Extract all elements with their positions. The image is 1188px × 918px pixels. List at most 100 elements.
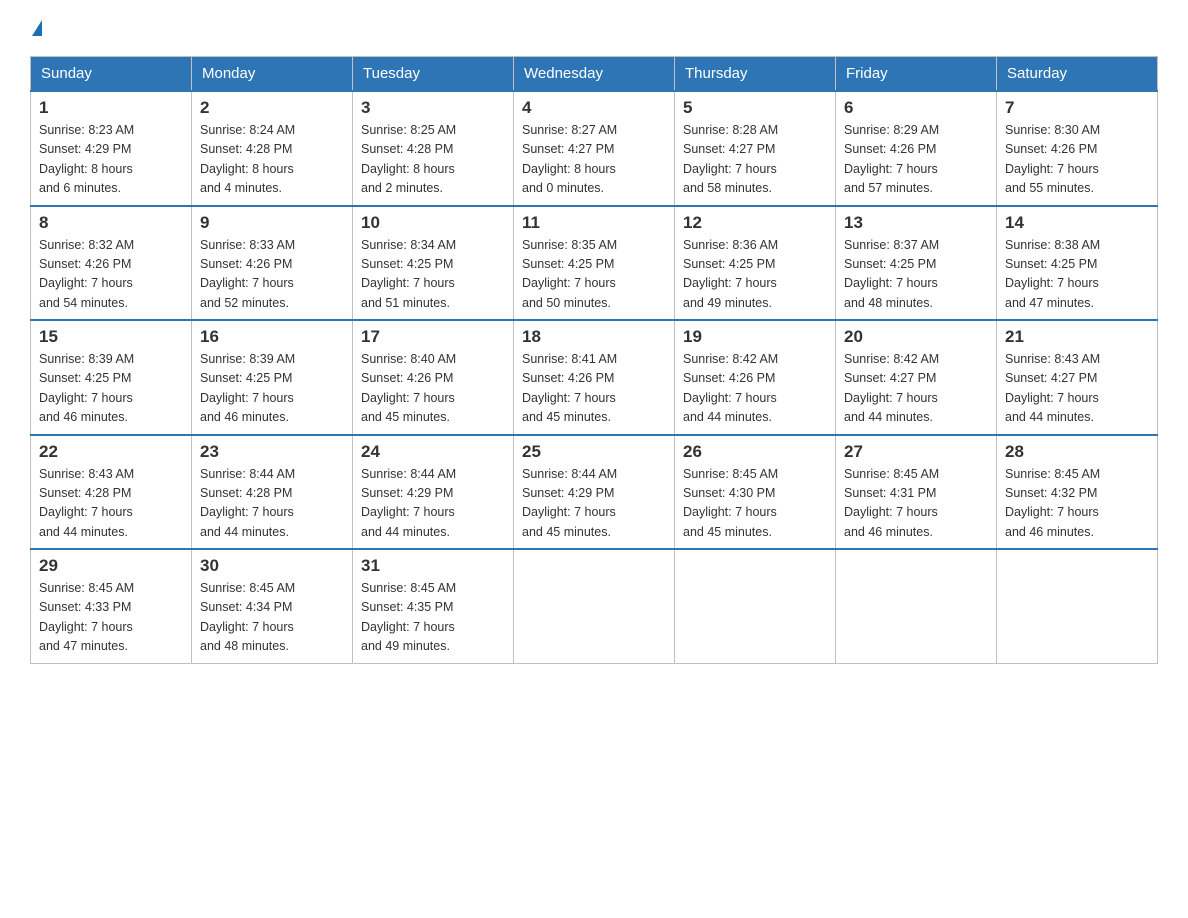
day-number: 4 <box>522 98 666 118</box>
day-info: Sunrise: 8:45 AMSunset: 4:31 PMDaylight:… <box>844 465 988 543</box>
day-number: 3 <box>361 98 505 118</box>
day-of-week-header: Friday <box>836 57 997 92</box>
calendar-cell: 9 Sunrise: 8:33 AMSunset: 4:26 PMDaylight… <box>192 206 353 321</box>
day-number: 20 <box>844 327 988 347</box>
calendar-cell: 8 Sunrise: 8:32 AMSunset: 4:26 PMDaylight… <box>31 206 192 321</box>
day-of-week-header: Thursday <box>675 57 836 92</box>
day-info: Sunrise: 8:45 AMSunset: 4:34 PMDaylight:… <box>200 579 344 657</box>
calendar-cell: 21 Sunrise: 8:43 AMSunset: 4:27 PMDayligh… <box>997 320 1158 435</box>
day-info: Sunrise: 8:28 AMSunset: 4:27 PMDaylight:… <box>683 121 827 199</box>
day-number: 28 <box>1005 442 1149 462</box>
calendar-cell: 20 Sunrise: 8:42 AMSunset: 4:27 PMDayligh… <box>836 320 997 435</box>
day-number: 14 <box>1005 213 1149 233</box>
day-number: 9 <box>200 213 344 233</box>
day-info: Sunrise: 8:40 AMSunset: 4:26 PMDaylight:… <box>361 350 505 428</box>
day-number: 8 <box>39 213 183 233</box>
day-info: Sunrise: 8:23 AMSunset: 4:29 PMDaylight:… <box>39 121 183 199</box>
calendar-cell <box>997 549 1158 663</box>
day-number: 10 <box>361 213 505 233</box>
day-info: Sunrise: 8:41 AMSunset: 4:26 PMDaylight:… <box>522 350 666 428</box>
day-info: Sunrise: 8:34 AMSunset: 4:25 PMDaylight:… <box>361 236 505 314</box>
day-number: 23 <box>200 442 344 462</box>
day-number: 27 <box>844 442 988 462</box>
day-info: Sunrise: 8:43 AMSunset: 4:27 PMDaylight:… <box>1005 350 1149 428</box>
day-number: 1 <box>39 98 183 118</box>
day-number: 2 <box>200 98 344 118</box>
day-info: Sunrise: 8:44 AMSunset: 4:29 PMDaylight:… <box>361 465 505 543</box>
calendar-cell: 30 Sunrise: 8:45 AMSunset: 4:34 PMDayligh… <box>192 549 353 663</box>
day-number: 13 <box>844 213 988 233</box>
calendar-week-row: 8 Sunrise: 8:32 AMSunset: 4:26 PMDaylight… <box>31 206 1158 321</box>
day-info: Sunrise: 8:44 AMSunset: 4:28 PMDaylight:… <box>200 465 344 543</box>
day-info: Sunrise: 8:39 AMSunset: 4:25 PMDaylight:… <box>39 350 183 428</box>
calendar-cell: 15 Sunrise: 8:39 AMSunset: 4:25 PMDayligh… <box>31 320 192 435</box>
day-info: Sunrise: 8:45 AMSunset: 4:35 PMDaylight:… <box>361 579 505 657</box>
logo-triangle-icon <box>32 20 42 36</box>
day-info: Sunrise: 8:43 AMSunset: 4:28 PMDaylight:… <box>39 465 183 543</box>
day-info: Sunrise: 8:45 AMSunset: 4:33 PMDaylight:… <box>39 579 183 657</box>
day-number: 24 <box>361 442 505 462</box>
calendar-cell: 12Sunrise: 8:36 AMSunset: 4:25 PMDayligh… <box>675 206 836 321</box>
calendar-cell: 27 Sunrise: 8:45 AMSunset: 4:31 PMDayligh… <box>836 435 997 550</box>
calendar-cell: 28 Sunrise: 8:45 AMSunset: 4:32 PMDayligh… <box>997 435 1158 550</box>
calendar-cell: 24 Sunrise: 8:44 AMSunset: 4:29 PMDayligh… <box>353 435 514 550</box>
logo <box>30 20 42 36</box>
day-number: 16 <box>200 327 344 347</box>
calendar-week-row: 29 Sunrise: 8:45 AMSunset: 4:33 PMDayligh… <box>31 549 1158 663</box>
day-number: 25 <box>522 442 666 462</box>
day-number: 21 <box>1005 327 1149 347</box>
day-info: Sunrise: 8:42 AMSunset: 4:27 PMDaylight:… <box>844 350 988 428</box>
calendar-cell: 19Sunrise: 8:42 AMSunset: 4:26 PMDayligh… <box>675 320 836 435</box>
calendar-cell: 17Sunrise: 8:40 AMSunset: 4:26 PMDayligh… <box>353 320 514 435</box>
day-number: 11 <box>522 213 666 233</box>
calendar-cell: 10 Sunrise: 8:34 AMSunset: 4:25 PMDayligh… <box>353 206 514 321</box>
day-number: 29 <box>39 556 183 576</box>
calendar-header-row: SundayMondayTuesdayWednesdayThursdayFrid… <box>31 57 1158 92</box>
day-number: 22 <box>39 442 183 462</box>
calendar-cell: 22 Sunrise: 8:43 AMSunset: 4:28 PMDayligh… <box>31 435 192 550</box>
day-info: Sunrise: 8:35 AMSunset: 4:25 PMDaylight:… <box>522 236 666 314</box>
day-number: 26 <box>683 442 827 462</box>
calendar-cell: 6 Sunrise: 8:29 AMSunset: 4:26 PMDaylight… <box>836 91 997 206</box>
day-info: Sunrise: 8:29 AMSunset: 4:26 PMDaylight:… <box>844 121 988 199</box>
calendar-table: SundayMondayTuesdayWednesdayThursdayFrid… <box>30 56 1158 664</box>
day-of-week-header: Saturday <box>997 57 1158 92</box>
calendar-cell: 31 Sunrise: 8:45 AMSunset: 4:35 PMDayligh… <box>353 549 514 663</box>
day-info: Sunrise: 8:32 AMSunset: 4:26 PMDaylight:… <box>39 236 183 314</box>
calendar-cell: 14 Sunrise: 8:38 AMSunset: 4:25 PMDayligh… <box>997 206 1158 321</box>
day-of-week-header: Wednesday <box>514 57 675 92</box>
day-of-week-header: Sunday <box>31 57 192 92</box>
day-info: Sunrise: 8:38 AMSunset: 4:25 PMDaylight:… <box>1005 236 1149 314</box>
calendar-cell: 13Sunrise: 8:37 AMSunset: 4:25 PMDayligh… <box>836 206 997 321</box>
day-info: Sunrise: 8:33 AMSunset: 4:26 PMDaylight:… <box>200 236 344 314</box>
day-of-week-header: Monday <box>192 57 353 92</box>
calendar-week-row: 15 Sunrise: 8:39 AMSunset: 4:25 PMDayligh… <box>31 320 1158 435</box>
day-of-week-header: Tuesday <box>353 57 514 92</box>
day-info: Sunrise: 8:27 AMSunset: 4:27 PMDaylight:… <box>522 121 666 199</box>
calendar-cell <box>514 549 675 663</box>
calendar-cell: 5Sunrise: 8:28 AMSunset: 4:27 PMDaylight… <box>675 91 836 206</box>
day-number: 30 <box>200 556 344 576</box>
day-info: Sunrise: 8:24 AMSunset: 4:28 PMDaylight:… <box>200 121 344 199</box>
calendar-cell: 4 Sunrise: 8:27 AMSunset: 4:27 PMDaylight… <box>514 91 675 206</box>
calendar-week-row: 1 Sunrise: 8:23 AMSunset: 4:29 PMDaylight… <box>31 91 1158 206</box>
day-number: 15 <box>39 327 183 347</box>
day-number: 18 <box>522 327 666 347</box>
day-number: 6 <box>844 98 988 118</box>
calendar-cell: 29 Sunrise: 8:45 AMSunset: 4:33 PMDayligh… <box>31 549 192 663</box>
day-number: 7 <box>1005 98 1149 118</box>
calendar-cell: 25Sunrise: 8:44 AMSunset: 4:29 PMDayligh… <box>514 435 675 550</box>
calendar-cell: 1 Sunrise: 8:23 AMSunset: 4:29 PMDaylight… <box>31 91 192 206</box>
day-number: 12 <box>683 213 827 233</box>
calendar-cell <box>836 549 997 663</box>
day-info: Sunrise: 8:45 AMSunset: 4:30 PMDaylight:… <box>683 465 827 543</box>
day-info: Sunrise: 8:25 AMSunset: 4:28 PMDaylight:… <box>361 121 505 199</box>
day-number: 31 <box>361 556 505 576</box>
calendar-cell: 18 Sunrise: 8:41 AMSunset: 4:26 PMDayligh… <box>514 320 675 435</box>
day-info: Sunrise: 8:42 AMSunset: 4:26 PMDaylight:… <box>683 350 827 428</box>
calendar-cell: 23 Sunrise: 8:44 AMSunset: 4:28 PMDayligh… <box>192 435 353 550</box>
day-info: Sunrise: 8:45 AMSunset: 4:32 PMDaylight:… <box>1005 465 1149 543</box>
calendar-cell: 16Sunrise: 8:39 AMSunset: 4:25 PMDayligh… <box>192 320 353 435</box>
calendar-week-row: 22 Sunrise: 8:43 AMSunset: 4:28 PMDayligh… <box>31 435 1158 550</box>
day-info: Sunrise: 8:30 AMSunset: 4:26 PMDaylight:… <box>1005 121 1149 199</box>
